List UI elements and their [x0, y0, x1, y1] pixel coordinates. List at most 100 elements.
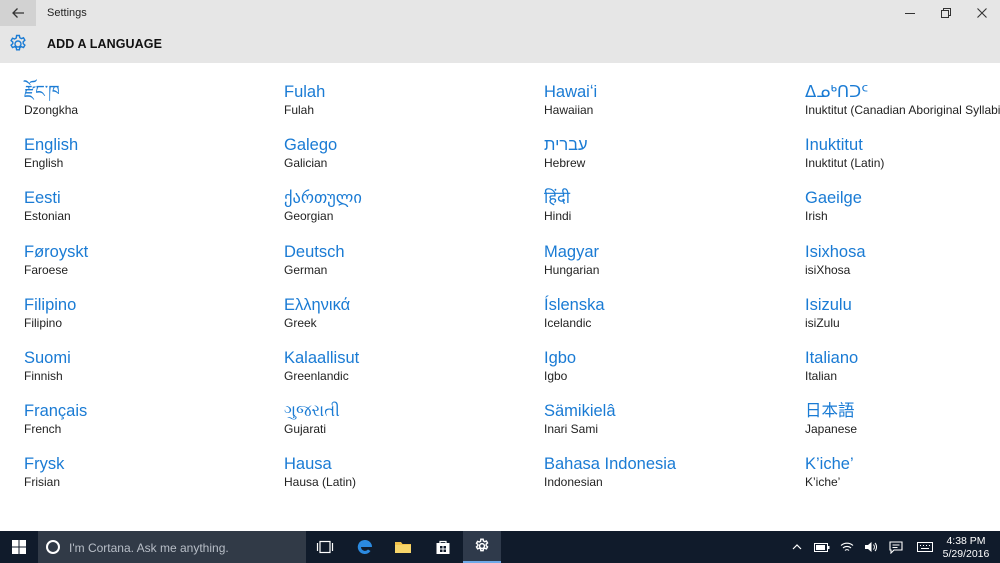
- back-button[interactable]: [0, 0, 36, 26]
- language-option-irish[interactable]: Gaeilge Irish: [805, 187, 1000, 240]
- close-button[interactable]: [964, 0, 1000, 26]
- language-option-finnish[interactable]: Suomi Finnish: [24, 347, 284, 400]
- language-option-inuktitut-latin[interactable]: Inuktitut Inuktitut (Latin): [805, 134, 1000, 187]
- language-option-french[interactable]: Français French: [24, 400, 284, 453]
- language-option-hausa[interactable]: Hausa Hausa (Latin): [284, 453, 544, 506]
- language-column: Fulah Fulah Galego Galician ქართული Georgia…: [284, 81, 544, 507]
- language-english-name: Japanese: [805, 422, 858, 437]
- language-english-name: Igbo: [544, 368, 568, 383]
- language-option-filipino[interactable]: Filipino Filipino: [24, 294, 284, 347]
- gear-icon: [10, 34, 26, 51]
- language-option-greenlandic[interactable]: Kalaallisut Greenlandic: [284, 347, 544, 400]
- language-native-name: Filipino: [24, 295, 77, 314]
- language-native-name: Føroyskt: [24, 242, 89, 261]
- task-view-button[interactable]: [306, 531, 344, 563]
- language-option-kiche[interactable]: K’iche’ K’iche’: [805, 453, 1000, 506]
- language-option-japanese[interactable]: 日本語 Japanese: [805, 400, 1000, 453]
- language-option-hindi[interactable]: हिंदी Hindi: [544, 187, 804, 240]
- language-native-name: English: [24, 136, 79, 155]
- restore-icon: [941, 8, 951, 18]
- language-native-name: Italiano: [805, 348, 859, 367]
- language-native-name: עברית: [544, 136, 588, 155]
- language-option-dzongkha[interactable]: རྫོང་ཁ Dzongkha: [24, 81, 284, 134]
- taskbar-clock[interactable]: 4:38 PM 5/29/2016: [938, 535, 994, 561]
- keyboard-icon: [917, 542, 933, 552]
- language-grid: རྫོང་ཁ Dzongkha English English Eesti Eston…: [0, 63, 1000, 531]
- language-native-name: རྫོང་ཁ: [24, 83, 60, 101]
- cortana-placeholder: I'm Cortana. Ask me anything.: [69, 541, 229, 555]
- language-native-name: Ελληνικά: [284, 295, 351, 314]
- cortana-search-box[interactable]: I'm Cortana. Ask me anything.: [38, 531, 306, 563]
- wifi-icon: [840, 542, 854, 551]
- language-native-name: Gaeilge: [805, 189, 862, 208]
- language-english-name: Hawaiian: [544, 103, 594, 117]
- language-english-name: Greenlandic: [284, 368, 349, 383]
- language-option-german[interactable]: Deutsch German: [284, 241, 544, 294]
- language-english-name: Finnish: [24, 368, 63, 383]
- minimize-button[interactable]: [892, 0, 928, 26]
- window-title: Settings: [47, 7, 87, 19]
- language-english-name: German: [284, 262, 328, 277]
- volume-button[interactable]: [860, 531, 882, 563]
- close-icon: [977, 8, 987, 18]
- title-bar: Settings: [0, 0, 1000, 26]
- battery-icon: [814, 542, 830, 552]
- language-option-hebrew[interactable]: עברית Hebrew: [544, 134, 804, 187]
- language-column: རྫོང་ཁ Dzongkha English English Eesti Eston…: [24, 81, 284, 507]
- restore-button[interactable]: [928, 0, 964, 26]
- language-english-name: Icelandic: [544, 315, 592, 330]
- language-option-igbo[interactable]: Igbo Igbo: [544, 347, 804, 400]
- language-option-indonesian[interactable]: Bahasa Indonesia Indonesian: [544, 453, 804, 506]
- clock-date: 5/29/2016: [942, 548, 990, 560]
- language-option-faroese[interactable]: Føroyskt Faroese: [24, 241, 284, 294]
- language-english-name: Inari Sami: [544, 422, 599, 437]
- language-option-icelandic[interactable]: Íslenska Icelandic: [544, 294, 804, 347]
- language-english-name: Gujarati: [284, 422, 327, 437]
- language-option-english[interactable]: English English: [24, 134, 284, 187]
- language-native-name: Français: [24, 402, 88, 421]
- language-option-hawaiian[interactable]: Hawaiʻi Hawaiian: [544, 81, 804, 134]
- store-button[interactable]: [424, 531, 462, 563]
- language-option-gujarati[interactable]: ગુજરાતી Gujarati: [284, 400, 544, 453]
- language-option-italian[interactable]: Italiano Italian: [805, 347, 1000, 400]
- language-option-isixhosa[interactable]: Isixhosa isiXhosa: [805, 241, 1000, 294]
- language-english-name: Irish: [805, 209, 828, 224]
- keyboard-button[interactable]: [913, 531, 937, 563]
- language-option-inari-sami[interactable]: Sämikielâ Inari Sami: [544, 400, 804, 453]
- file-explorer-button[interactable]: [384, 531, 422, 563]
- back-arrow-icon: [12, 8, 24, 18]
- action-center-button[interactable]: [884, 531, 908, 563]
- speaker-icon: [865, 542, 877, 552]
- task-view-icon: [316, 540, 334, 554]
- language-english-name: K’iche’: [805, 475, 841, 490]
- language-option-frisian[interactable]: Frysk Frisian: [24, 453, 284, 506]
- language-native-name: Isixhosa: [805, 242, 866, 261]
- network-button[interactable]: [836, 531, 858, 563]
- language-english-name: English: [24, 156, 64, 171]
- language-native-name: 日本語: [805, 402, 855, 421]
- language-option-estonian[interactable]: Eesti Estonian: [24, 187, 284, 240]
- settings-taskbar-button[interactable]: [463, 531, 501, 563]
- language-native-name: ᐃᓄᒃᑎᑐᑦ: [805, 83, 869, 101]
- language-english-name: Hebrew: [544, 156, 586, 171]
- language-native-name: हिंदी: [544, 189, 571, 208]
- language-option-galician[interactable]: Galego Galician: [284, 134, 544, 187]
- language-option-hungarian[interactable]: Magyar Hungarian: [544, 241, 804, 294]
- language-option-greek[interactable]: Ελληνικά Greek: [284, 294, 544, 347]
- battery-button[interactable]: [810, 531, 834, 563]
- show-hidden-icons-button[interactable]: [786, 531, 808, 563]
- language-native-name: Magyar: [544, 242, 600, 261]
- language-option-georgian[interactable]: ქართული Georgian: [284, 187, 544, 240]
- language-native-name: Fulah: [284, 83, 326, 101]
- language-native-name: Igbo: [544, 348, 577, 367]
- edge-browser-button[interactable]: [346, 531, 384, 563]
- language-english-name: Hausa (Latin): [284, 475, 357, 490]
- language-option-isizulu[interactable]: Isizulu isiZulu: [805, 294, 1000, 347]
- language-native-name: Suomi: [24, 348, 71, 367]
- language-option-inuktitut-syllabics[interactable]: ᐃᓄᒃᑎᑐᑦ Inuktitut (Canadian Aboriginal Syl…: [805, 81, 1000, 134]
- start-button[interactable]: [0, 531, 38, 563]
- language-native-name: K’iche’: [805, 455, 854, 474]
- language-option-fulah[interactable]: Fulah Fulah: [284, 81, 544, 134]
- language-column: ᐃᓄᒃᑎᑐᑦ Inuktitut (Canadian Aboriginal Syl…: [805, 81, 1000, 507]
- language-native-name: Hausa: [284, 455, 332, 474]
